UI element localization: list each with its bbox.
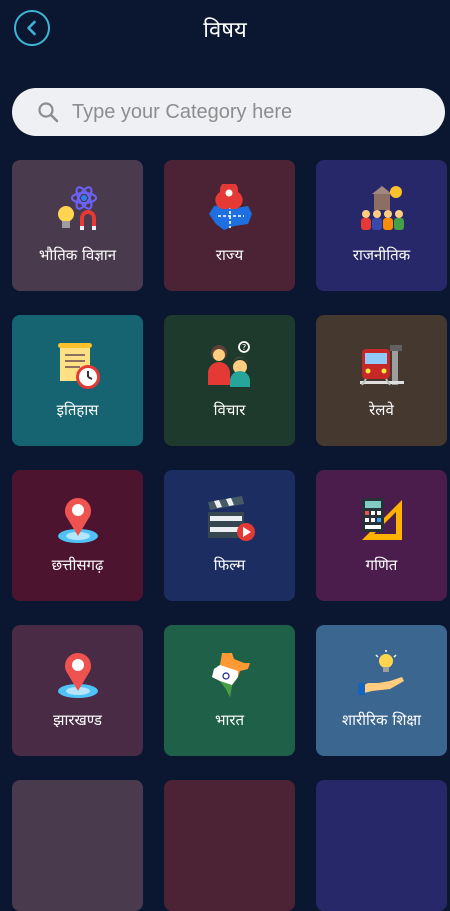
category-tile-physics[interactable]: भौतिक विज्ञान [12,160,143,291]
category-tile-film[interactable]: फिल्म [164,470,295,601]
search-bar[interactable] [12,88,445,136]
category-label: शारीरिक शिक्षा [341,711,422,729]
math-calculator-ruler-icon [362,498,402,540]
category-label: झारखण्ड [53,711,102,729]
category-label: इतिहास [56,401,99,419]
svg-text:?: ? [242,343,246,352]
category-label: भौतिक विज्ञान [38,246,117,264]
category-label: गणित [365,556,398,574]
category-label: भारत [214,711,245,729]
category-label: विचार [213,401,246,419]
location-pin-icon [58,498,98,543]
state-map-pin-icon [209,184,252,230]
category-label: फिल्म [213,556,246,574]
search-input[interactable] [70,99,445,125]
category-tile-india[interactable]: भारत [164,625,295,756]
location-pin-icon [58,653,98,698]
page-title: विषय [203,18,247,43]
physics-icon [58,186,97,230]
category-tile-politics[interactable]: राजनीतिक [316,160,447,291]
politics-people-icon [361,186,404,230]
category-tile-railway[interactable]: रेलवे [316,315,447,446]
hand-bulb-icon [358,650,404,695]
category-label: राज्य [215,246,244,264]
category-tile-history[interactable]: इतिहास [12,315,143,446]
category-tile-state[interactable]: राज्य [164,160,295,291]
category-tile-physical-education[interactable]: शारीरिक शिक्षा [316,625,447,756]
search-icon [38,102,59,123]
thought-people-icon: ? [208,341,250,387]
india-map-icon [212,653,250,697]
category-label: राजनीतिक [352,246,411,264]
category-label: रेलवे [369,401,394,419]
train-icon [360,345,404,386]
film-clapper-icon [208,496,255,541]
category-tile-thought[interactable]: ? विचार [164,315,295,446]
category-label: छत्तीसगढ़ [51,556,104,574]
history-scroll-clock-icon [58,343,100,389]
category-tile-jharkhand[interactable]: झारखण्ड [12,625,143,756]
category-tile-math[interactable]: गणित [316,470,447,601]
app-header: विषय [0,0,450,64]
category-tile-chhattisgarh[interactable]: छत्तीसगढ़ [12,470,143,601]
